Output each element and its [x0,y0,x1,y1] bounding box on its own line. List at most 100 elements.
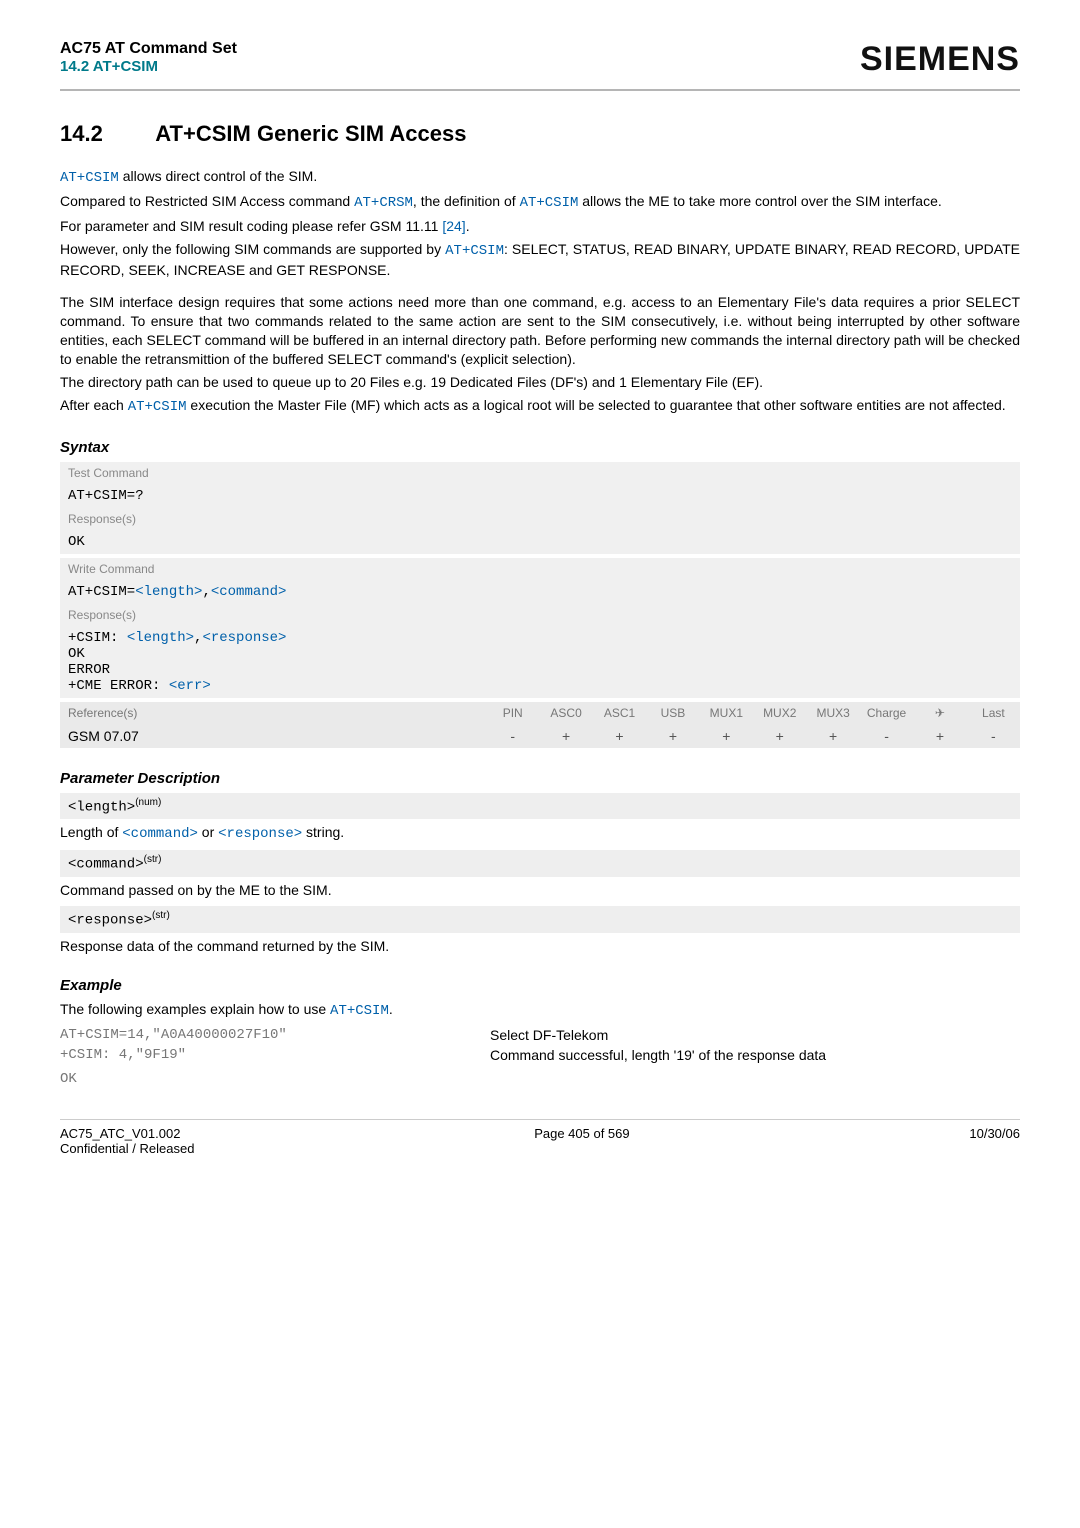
col-asc0: ASC0 [539,702,592,724]
intro-p3-c: . [466,218,470,234]
brand-logo: SIEMENS [860,40,1020,79]
write-cmd-c: , [202,584,210,600]
reference-name: GSM 07.07 [60,724,486,748]
response-param-ref[interactable]: <response> [202,630,286,646]
example-right-0: Select DF-Telekom [490,1025,1020,1045]
reference-value-row: GSM 07.07 - + + + + + + - + - [60,724,1020,748]
param-command-desc: Command passed on by the ME to the SIM. [60,881,1020,900]
example-intro-c: . [389,1001,393,1017]
page-footer: AC75_ATC_V01.002 Confidential / Released… [60,1119,1020,1156]
example-right-3 [490,1069,1020,1089]
val-asc1: + [593,724,646,748]
syntax-heading: Syntax [60,439,1020,456]
param-response-name: <response> [68,913,152,929]
val-asc0: + [539,724,592,748]
atcrsm-ref[interactable]: AT+CRSM [354,195,413,211]
intro-p2-a: Compared to Restricted SIM Access comman… [60,193,354,209]
param-length-name: <length> [68,799,135,815]
param-length: <length>(num) [60,793,1020,820]
atcsim-ref2[interactable]: AT+CSIM [520,195,579,211]
val-mux2: + [753,724,806,748]
example-left-0: AT+CSIM=14,"A0A40000027F10" [60,1025,490,1045]
val-mux1: + [700,724,753,748]
intro-p3: For parameter and SIM result coding plea… [60,217,1020,236]
col-charge: Charge [860,702,913,724]
param-length-sup: (num) [135,797,161,808]
col-mux2: MUX2 [753,702,806,724]
reference-header-row: Reference(s) PIN ASC0 ASC1 USB MUX1 MUX2… [60,702,1020,724]
length-param-ref[interactable]: <length> [135,584,202,600]
col-pin: PIN [486,702,539,724]
val-charge: - [860,724,913,748]
intro-p7-a: After each [60,397,128,413]
response-ok-1: OK [60,530,1020,554]
doc-title: AC75 AT Command Set [60,40,237,58]
col-usb: USB [646,702,699,724]
length-param-ref2[interactable]: <length> [127,630,194,646]
footer-right: 10/30/06 [969,1126,1020,1156]
section-number: 14.2 [60,121,150,147]
param-command-name: <command> [68,857,144,873]
intro-p1: AT+CSIM allows direct control of the SIM… [60,167,1020,188]
val-pin: - [486,724,539,748]
param-command: <command>(str) [60,850,1020,877]
param-length-desc-e: string. [302,824,344,840]
response-ref-inline[interactable]: <response> [218,826,302,842]
example-row-0: AT+CSIM=14,"A0A40000027F10" Select DF-Te… [60,1025,1020,1045]
write-response: +CSIM: <length>,<response> OK ERROR +CME… [60,626,1020,698]
footer-center: Page 405 of 569 [534,1126,629,1156]
atcsim-ref3[interactable]: AT+CSIM [445,243,504,259]
airplane-icon: ✈ [913,702,966,724]
param-response-sup: (str) [152,910,170,921]
intro-p2: Compared to Restricted SIM Access comman… [60,192,1020,213]
write-resp-a: +CSIM: [68,630,127,646]
example-row-1: +CSIM: 4,"9F19" Command successful, leng… [60,1045,1020,1065]
intro-p7-c: execution the Master File (MF) which act… [187,397,1006,413]
atcsim-ref5[interactable]: AT+CSIM [330,1003,389,1019]
response-ok-2: OK [68,646,85,662]
val-mux3: + [806,724,859,748]
response-label-1: Response(s) [60,508,1020,530]
intro-p1-text: allows direct control of the SIM. [119,168,317,184]
param-length-desc: Length of <command> or <response> string… [60,823,1020,844]
intro-p4-a: However, only the following SIM commands… [60,241,445,257]
test-command-label: Test Command [60,462,1020,484]
intro-p6: The directory path can be used to queue … [60,373,1020,392]
command-ref-inline[interactable]: <command> [122,826,198,842]
test-command: AT+CSIM=? [60,484,1020,508]
param-response: <response>(str) [60,906,1020,933]
col-asc1: ASC1 [593,702,646,724]
atcsim-ref[interactable]: AT+CSIM [60,170,119,186]
col-mux1: MUX1 [700,702,753,724]
val-airplane: + [913,724,966,748]
param-length-desc-a: Length of [60,824,122,840]
intro-p3-a: For parameter and SIM result coding plea… [60,218,442,234]
col-mux3: MUX3 [806,702,859,724]
write-cmd-a: AT+CSIM= [68,584,135,600]
err-param-ref[interactable]: <err> [169,678,211,694]
section-title-text: AT+CSIM Generic SIM Access [155,121,466,146]
example-right-1: Command successful, length '19' of the r… [490,1045,1020,1065]
val-last: - [967,724,1020,748]
param-response-desc: Response data of the command returned by… [60,937,1020,956]
write-command: AT+CSIM=<length>,<command> [60,580,1020,604]
example-intro: The following examples explain how to us… [60,1000,1020,1021]
example-intro-a: The following examples explain how to us… [60,1001,330,1017]
header-divider [60,89,1020,91]
val-usb: + [646,724,699,748]
reference-label: Reference(s) [60,702,486,724]
param-desc-heading: Parameter Description [60,770,1020,787]
atcsim-ref4[interactable]: AT+CSIM [128,399,187,415]
footer-left1: AC75_ATC_V01.002 [60,1126,180,1141]
command-param-ref[interactable]: <command> [211,584,287,600]
section-heading: 14.2 AT+CSIM Generic SIM Access [60,121,1020,147]
example-left-3: OK [60,1069,490,1089]
response-error: ERROR [68,662,110,678]
param-length-desc-c: or [198,824,218,840]
footer-left2: Confidential / Released [60,1141,194,1156]
doc-subtitle: 14.2 AT+CSIM [60,58,237,75]
ref-24-link[interactable]: [24] [442,218,465,234]
write-command-label: Write Command [60,558,1020,580]
cme-error-a: +CME ERROR: [68,678,169,694]
example-left-1: +CSIM: 4,"9F19" [60,1045,490,1065]
